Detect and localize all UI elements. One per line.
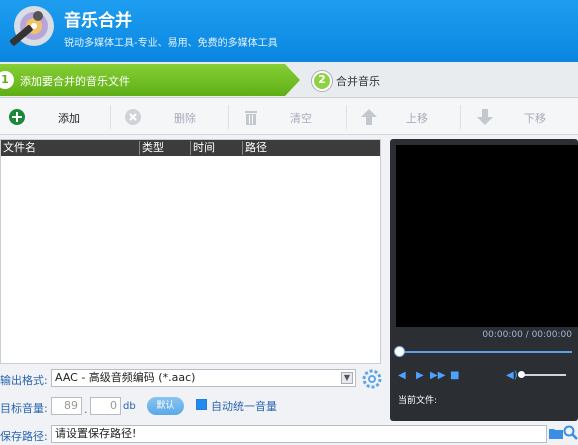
path-label: 保存路径: (0, 430, 48, 443)
column-type[interactable]: 类型 (139, 141, 164, 155)
file-list-header: 文件名 类型 时间 路径 (1, 140, 380, 156)
file-list[interactable]: 文件名 类型 时间 路径 (0, 139, 381, 364)
clear-label: 清空 (290, 112, 312, 125)
add-label: 添加 (58, 112, 80, 125)
delete-icon (125, 109, 141, 125)
preview-player: 00:00:00 / 00:00:00 ◀ ▶ ▶▶ ■ ◀) 当前文件: (390, 139, 578, 421)
timecode: 00:00:00 / 00:00:00 (482, 330, 572, 340)
move-up-button[interactable]: 上移 (360, 99, 450, 135)
toolbar-divider (110, 105, 111, 129)
delete-label: 删除 (174, 112, 196, 125)
step-1-number: 1 (0, 71, 14, 89)
chevron-down-icon[interactable]: ▼ (341, 372, 353, 384)
volume-label: 目标音量: (0, 402, 48, 415)
app-logo-icon (9, 6, 54, 46)
step-2[interactable]: 2 合并音乐 (300, 64, 578, 96)
save-path-input[interactable]: 请设置保存路径! (51, 425, 547, 443)
add-button[interactable]: 添加 (8, 99, 98, 135)
arrow-down-icon (477, 109, 493, 125)
toolbar-divider (460, 105, 461, 129)
toolbar-divider (228, 105, 229, 129)
next-icon[interactable]: ▶▶ (430, 370, 445, 381)
current-file-label: 当前文件: (398, 396, 438, 406)
add-icon (9, 109, 25, 125)
decimal-point: . (84, 403, 88, 416)
app-subtitle: 锐动多媒体工具-专业、易用、免费的多媒体工具 (64, 38, 278, 49)
column-time[interactable]: 时间 (190, 141, 215, 155)
previous-icon[interactable]: ◀ (398, 370, 406, 381)
video-screen (396, 145, 578, 327)
column-path[interactable]: 路径 (242, 141, 267, 155)
volume-handle[interactable] (518, 371, 525, 378)
step-bar: 1 添加要合并的音乐文件 2 合并音乐 (0, 62, 578, 98)
toolbar-divider (346, 105, 347, 129)
move-down-label: 下移 (524, 112, 546, 125)
arrow-up-icon (361, 109, 377, 125)
app-title: 音乐合并 (64, 11, 132, 31)
step-2-label: 合并音乐 (336, 75, 380, 88)
trash-icon (245, 111, 257, 125)
format-select[interactable]: AAC - 高级音频编码 (*.aac) ▼ (51, 369, 356, 387)
gear-icon[interactable] (362, 369, 382, 389)
app-header: 音乐合并 锐动多媒体工具-专业、易用、免费的多媒体工具 (0, 0, 578, 62)
step-1[interactable]: 1 添加要合并的音乐文件 (0, 64, 300, 96)
volume-slider[interactable] (520, 374, 566, 376)
auto-volume-label[interactable]: 自动统一音量 (211, 398, 277, 414)
column-filename[interactable]: 文件名 (1, 141, 36, 155)
format-value: AAC - 高级音频编码 (*.aac) (55, 371, 196, 384)
search-icon[interactable] (563, 425, 578, 440)
volume-icon[interactable]: ◀) (506, 370, 518, 381)
play-icon[interactable]: ▶ (416, 370, 424, 381)
toolbar: 添加 删除 清空 上移 下移 (0, 99, 578, 135)
progress-track[interactable] (398, 351, 572, 353)
folder-icon[interactable] (549, 427, 563, 439)
stop-icon[interactable]: ■ (450, 370, 459, 381)
volume-integer-input[interactable]: 89 (51, 397, 82, 415)
volume-decimal-input[interactable]: 0 (90, 397, 121, 415)
auto-volume-checkbox[interactable] (196, 399, 207, 410)
volume-unit: db (123, 401, 136, 412)
progress-handle[interactable] (394, 346, 405, 357)
step-2-number: 2 (312, 71, 332, 91)
move-up-label: 上移 (406, 112, 428, 125)
step-1-label: 添加要合并的音乐文件 (20, 75, 130, 88)
default-button[interactable]: 默认 (147, 397, 184, 415)
clear-button[interactable]: 清空 (242, 99, 332, 135)
format-label: 输出格式: (0, 374, 48, 387)
delete-button[interactable]: 删除 (124, 99, 214, 135)
move-down-button[interactable]: 下移 (476, 99, 566, 135)
